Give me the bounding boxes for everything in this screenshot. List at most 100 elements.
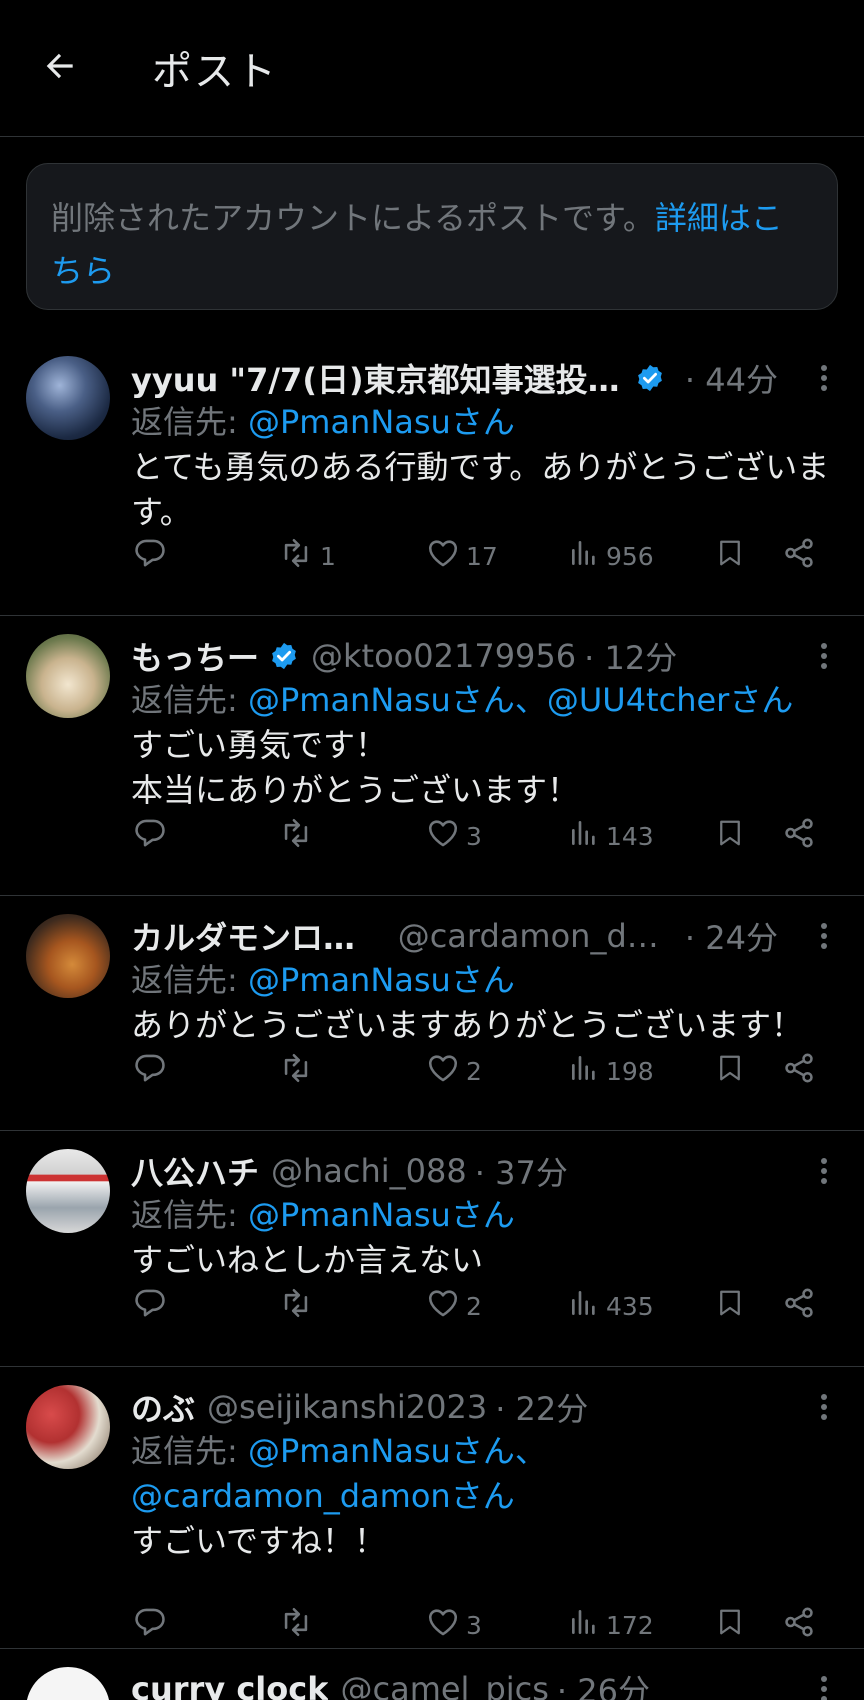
heart-icon — [426, 1051, 460, 1091]
bookmark-button[interactable] — [715, 1051, 745, 1091]
views-button[interactable]: 198 — [568, 1051, 654, 1091]
avatar[interactable] — [26, 634, 110, 718]
timestamp[interactable]: · 37分 — [475, 1149, 568, 1193]
reply-button[interactable] — [133, 1286, 173, 1326]
timestamp[interactable]: · 22分 — [495, 1385, 588, 1429]
reply-post[interactable]: もっちー @ktoo02179956 · 12分 返信先: @PmanNasuさ… — [0, 616, 864, 896]
back-button[interactable] — [0, 0, 120, 137]
reply-icon — [133, 536, 167, 576]
post-text: とても勇気のある行動です。ありがとうございます。 — [131, 448, 830, 531]
display-name[interactable]: curry clock — [131, 1670, 328, 1700]
mention-link[interactable]: @cardamon_damonさん — [131, 1477, 515, 1515]
retweet-button[interactable] — [278, 1605, 320, 1645]
more-options-button[interactable] — [804, 1389, 844, 1429]
retweet-icon — [278, 536, 314, 576]
bookmark-icon — [715, 1605, 745, 1645]
display-name[interactable]: のぶ — [131, 1385, 195, 1429]
bookmark-button[interactable] — [715, 1605, 745, 1645]
avatar[interactable] — [26, 1667, 110, 1700]
avatar[interactable] — [26, 1149, 110, 1233]
share-button[interactable] — [782, 816, 816, 856]
avatar[interactable] — [26, 914, 110, 998]
view-count: 956 — [606, 541, 654, 571]
share-button[interactable] — [782, 1286, 816, 1326]
reply-button[interactable] — [133, 816, 173, 856]
like-button[interactable]: 17 — [426, 536, 498, 576]
share-button[interactable] — [782, 536, 816, 576]
share-icon — [782, 816, 816, 856]
reply-icon — [133, 816, 167, 856]
views-button[interactable]: 143 — [568, 816, 654, 856]
reply-post[interactable]: curry clock @camel_pics · 26分 — [0, 1649, 864, 1700]
display-name[interactable]: もっちー — [131, 634, 259, 678]
like-count: 17 — [466, 541, 498, 571]
display-name[interactable]: yyuu "7/7(日)東京都知事選投票… — [131, 356, 625, 400]
retweet-button[interactable]: 1 — [278, 536, 336, 576]
reply-to-line: 返信先: @PmanNasuさん、@UU4tcherさん — [131, 678, 838, 723]
action-bar: 1 17 956 — [131, 536, 838, 576]
more-options-button[interactable] — [804, 918, 844, 958]
bookmark-icon — [715, 1286, 745, 1326]
share-button[interactable] — [782, 1051, 816, 1091]
mention-link[interactable]: @UU4tcherさん — [547, 681, 793, 719]
avatar[interactable] — [26, 356, 110, 440]
retweet-button[interactable] — [278, 1286, 320, 1326]
display-name[interactable]: カルダモンロール — [131, 914, 386, 958]
reply-post[interactable]: カルダモンロール @cardamon_da… · 24分 返信先: @PmanN… — [0, 896, 864, 1131]
reply-icon — [133, 1286, 167, 1326]
notice-text: 削除されたアカウントによるポストです。 — [51, 199, 655, 237]
like-count: 3 — [466, 1610, 482, 1640]
like-button[interactable]: 2 — [426, 1051, 482, 1091]
back-arrow-icon — [41, 47, 79, 89]
share-icon — [782, 1286, 816, 1326]
like-button[interactable]: 3 — [426, 1605, 482, 1645]
reply-button[interactable] — [133, 536, 173, 576]
more-options-button[interactable] — [804, 360, 844, 400]
mention-link[interactable]: @PmanNasuさん — [248, 961, 515, 999]
user-handle[interactable]: @ktoo02179956 — [311, 637, 576, 675]
bookmark-button[interactable] — [715, 1286, 745, 1326]
mention-link[interactable]: @PmanNasuさん、 — [248, 1432, 547, 1470]
timestamp[interactable]: · 24分 — [685, 914, 778, 958]
post-text: すごい勇気です！ 本当にありがとうございます！ — [131, 726, 580, 809]
retweet-button[interactable] — [278, 1051, 320, 1091]
timestamp[interactable]: · 12分 — [584, 634, 677, 678]
post-text: すごいねとしか言えない — [131, 1241, 484, 1279]
reply-to-line: 返信先: @PmanNasuさん、 @cardamon_damonさん — [131, 1429, 838, 1519]
views-button[interactable]: 435 — [568, 1286, 654, 1326]
heart-icon — [426, 536, 460, 576]
timestamp[interactable]: · 44分 — [685, 356, 778, 400]
bookmark-button[interactable] — [715, 536, 745, 576]
mention-link[interactable]: @PmanNasuさん — [248, 1196, 515, 1234]
display-name[interactable]: 八公ハチ — [131, 1149, 259, 1193]
retweet-button[interactable] — [278, 816, 320, 856]
mention-link[interactable]: @PmanNasuさん、 — [248, 681, 547, 719]
retweet-icon — [278, 1286, 314, 1326]
reply-to-prefix: 返信先: — [131, 1196, 248, 1234]
reply-button[interactable] — [133, 1605, 173, 1645]
views-button[interactable]: 172 — [568, 1605, 654, 1645]
action-bar: 2 435 — [131, 1286, 838, 1326]
timestamp[interactable]: · 26分 — [557, 1667, 650, 1700]
reply-post[interactable]: のぶ @seijikanshi2023 · 22分 返信先: @PmanNasu… — [0, 1367, 864, 1649]
mention-link[interactable]: @PmanNasuさん — [248, 403, 515, 441]
user-handle[interactable]: @hachi_088 — [271, 1152, 467, 1190]
user-handle[interactable]: @camel_pics — [340, 1670, 548, 1700]
more-dots-icon — [819, 1156, 829, 1190]
more-dots-icon — [819, 363, 829, 397]
avatar[interactable] — [26, 1385, 110, 1469]
bookmark-button[interactable] — [715, 816, 745, 856]
action-bar: 2 198 — [131, 1051, 838, 1091]
more-options-button[interactable] — [804, 1153, 844, 1193]
reply-post[interactable]: yyuu "7/7(日)東京都知事選投票… · 44分 返信先: @PmanNa… — [0, 338, 864, 616]
more-options-button[interactable] — [804, 638, 844, 678]
share-button[interactable] — [782, 1605, 816, 1645]
like-button[interactable]: 2 — [426, 1286, 482, 1326]
like-button[interactable]: 3 — [426, 816, 482, 856]
reply-button[interactable] — [133, 1051, 173, 1091]
user-handle[interactable]: @seijikanshi2023 — [207, 1388, 487, 1426]
user-handle[interactable]: @cardamon_da… — [398, 917, 677, 955]
views-button[interactable]: 956 — [568, 536, 654, 576]
reply-post[interactable]: 八公ハチ @hachi_088 · 37分 返信先: @PmanNasuさん す… — [0, 1131, 864, 1367]
more-options-button[interactable] — [804, 1671, 844, 1700]
